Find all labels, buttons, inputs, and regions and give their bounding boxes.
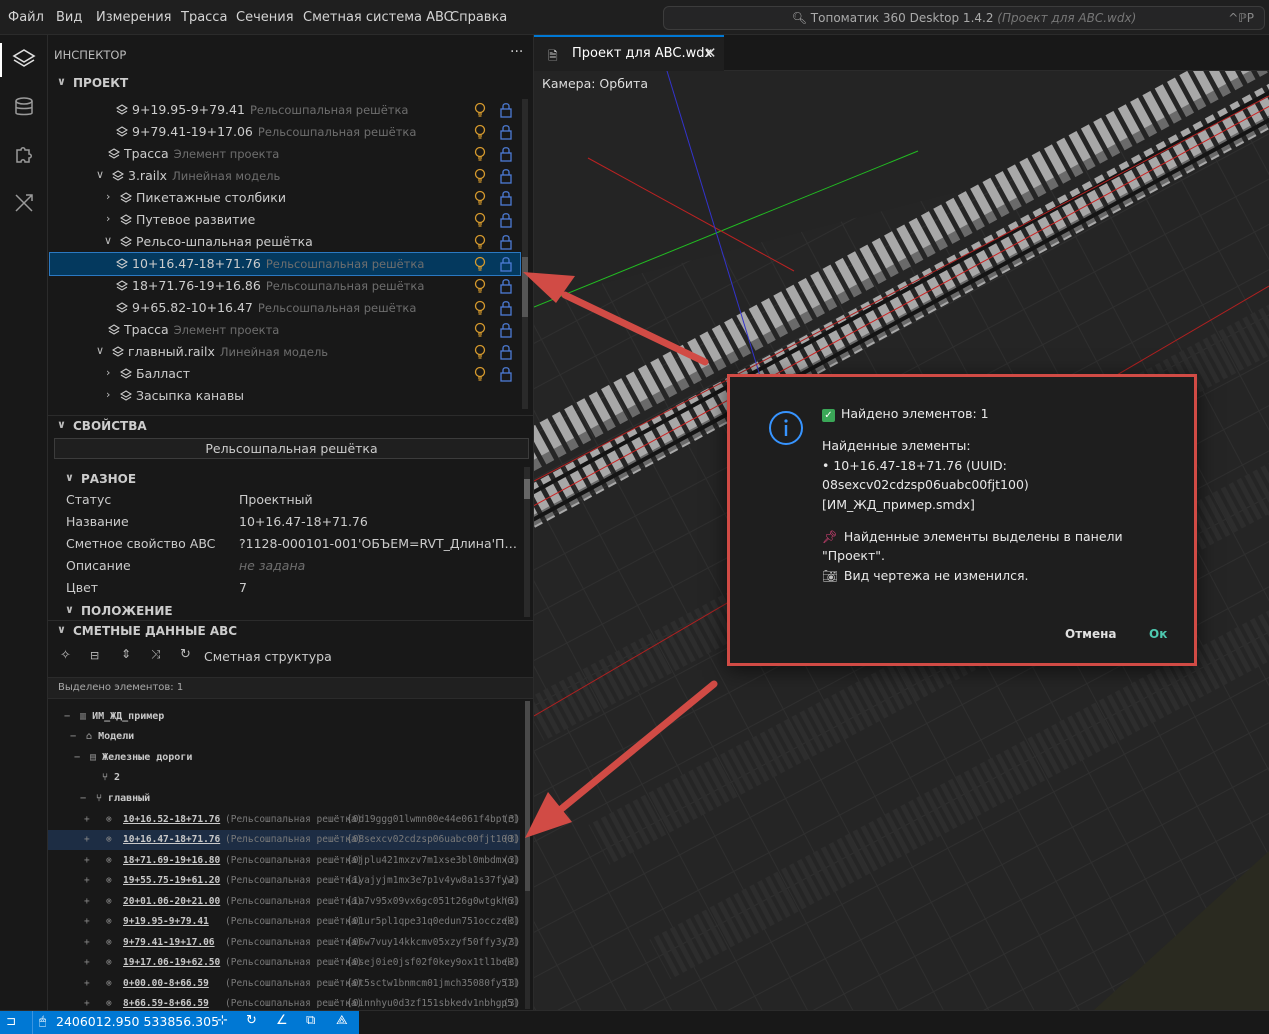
measure-icon[interactable]: ⟁ (336, 1013, 348, 1028)
found-item-line2: 08sexcv02cdzsp06uabc00fjt100) (822, 477, 1029, 492)
snap-icon[interactable]: ⊹ (217, 1013, 228, 1028)
status-bar: ⊐ 🖱︎ 2406012.950 533856.305 ⊹ ↻ ∠ ⧉ ⟁ (0, 1010, 1269, 1034)
annotation-arrow-bottom (556, 680, 718, 814)
note-line1: Найденные элементы выделены в панели (843, 529, 1123, 544)
found-item-line3: [ИМ_ЖД_пример.smdx] (822, 497, 975, 512)
remote-icon[interactable]: ⊐ (6, 1014, 16, 1028)
note-line3: Вид чертежа не изменился. (843, 568, 1029, 583)
pin-icon: 📌︎ (822, 529, 838, 544)
orbit-icon[interactable]: ↻ (246, 1013, 257, 1028)
select-icon[interactable]: ⧉ (306, 1013, 315, 1028)
found-header: Найденные элементы: (822, 438, 971, 453)
annotation-arrow-top (561, 291, 709, 366)
mouse-icon: 🖱︎ (39, 1014, 47, 1028)
cancel-button[interactable]: Отмена (1065, 627, 1117, 641)
camera-icon: 📷︎ (822, 568, 838, 583)
angle-icon[interactable]: ∠ (276, 1013, 288, 1028)
cursor-coordinates: 2406012.950 533856.305 (56, 1014, 220, 1029)
found-item-line1: • 10+16.47-18+71.76 (UUID: (822, 458, 1007, 473)
check-icon: ✓ (822, 409, 835, 422)
status-left: ⊐ 🖱︎ 2406012.950 533856.305 ⊹ ↻ ∠ ⧉ ⟁ (0, 1011, 359, 1034)
info-icon (769, 411, 803, 445)
arrowhead-icon (525, 792, 572, 838)
note-line2: "Проект". (822, 548, 885, 563)
search-result-dialog: ✓ Найдено элементов: 1 Найденные элементы… (727, 374, 1197, 666)
found-count: Найдено элементов: 1 (841, 406, 989, 421)
ok-button[interactable]: Ок (1149, 627, 1167, 641)
